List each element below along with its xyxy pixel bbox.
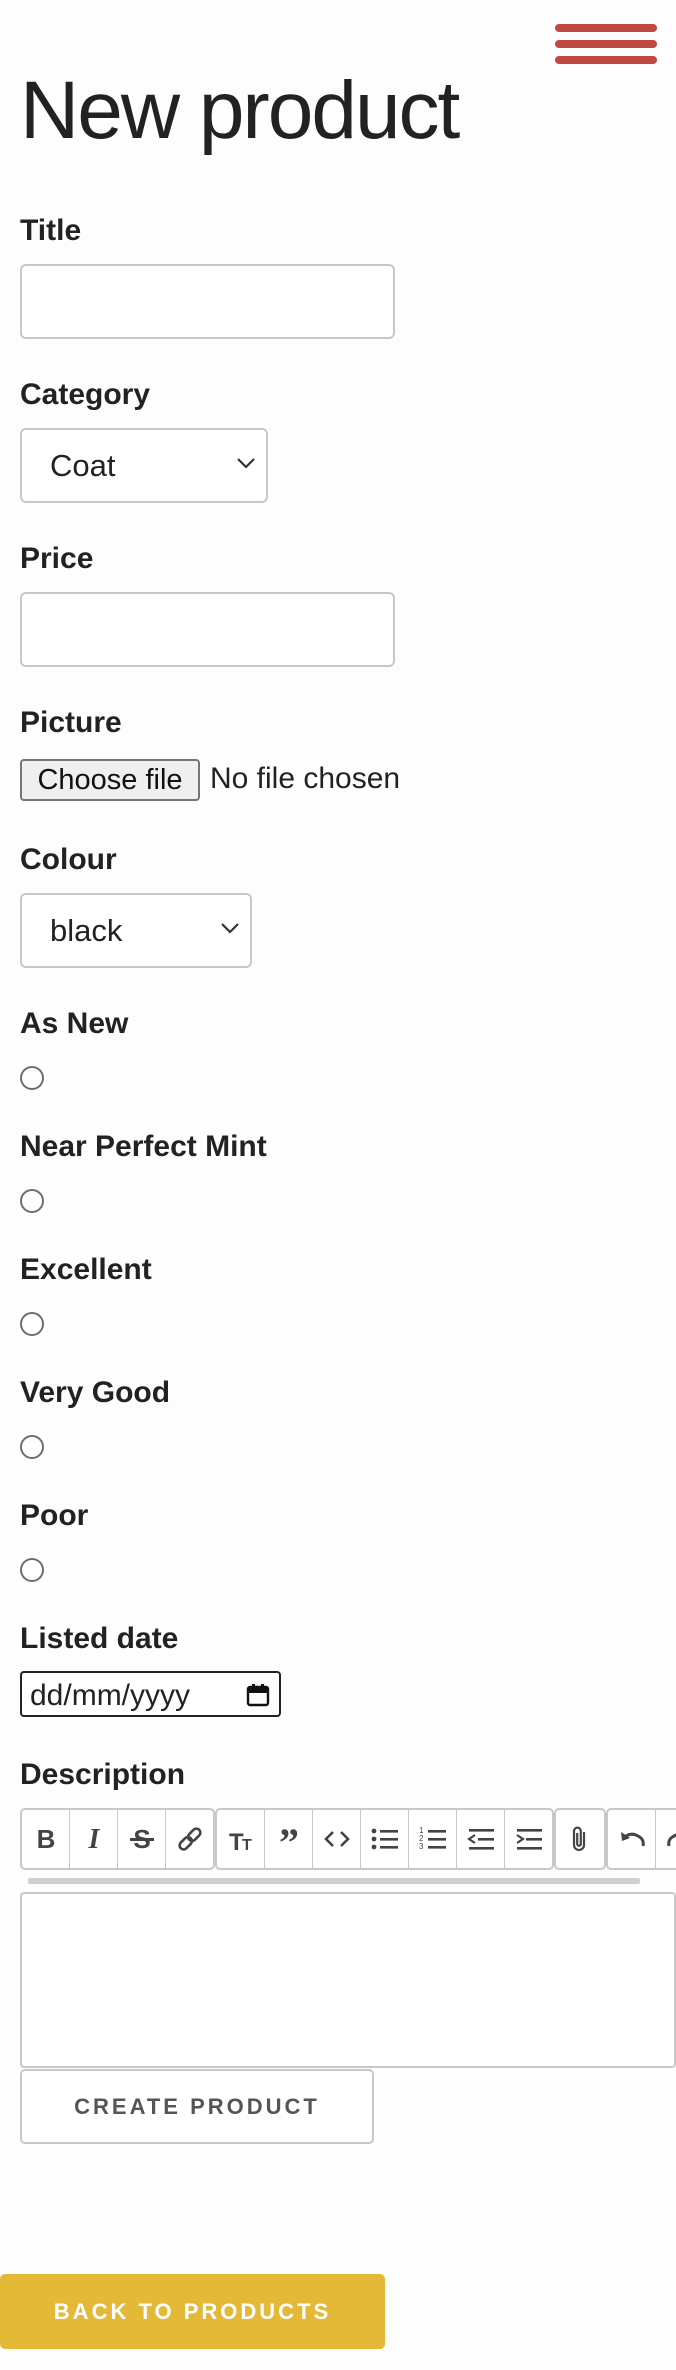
title-label: Title (20, 214, 82, 247)
choose-file-button[interactable]: Choose file (20, 759, 200, 801)
bold-button[interactable]: B (22, 1810, 70, 1868)
numbered-list-button[interactable]: 123 (409, 1810, 457, 1868)
condition-label-very-good: Very Good (20, 1376, 171, 1409)
numbered-list-icon: 123 (419, 1826, 446, 1851)
toolbar-divider (28, 1878, 640, 1884)
history-group (606, 1808, 676, 1870)
description-editor[interactable] (20, 1892, 676, 2068)
quote-button[interactable]: ” (265, 1810, 313, 1868)
bullet-list-button[interactable] (361, 1810, 409, 1868)
chevron-down-icon (221, 923, 239, 934)
listed-date-label: Listed date (20, 1622, 179, 1655)
colour-label: Colour (20, 843, 117, 876)
link-icon (178, 1827, 202, 1851)
indent-icon (516, 1829, 542, 1850)
calendar-icon[interactable] (245, 1682, 271, 1708)
italic-icon: I (88, 1824, 101, 1854)
category-selected-value: Coat (50, 448, 116, 483)
outdent-icon (467, 1829, 494, 1850)
colour-select[interactable]: black (20, 893, 252, 968)
colour-selected-value: black (50, 913, 123, 948)
condition-label-near-perfect-mint: Near Perfect Mint (20, 1130, 267, 1163)
radio-poor[interactable] (20, 1558, 44, 1582)
heading-button[interactable]: TT (217, 1810, 265, 1868)
text-format-group: B I S (20, 1808, 215, 1870)
outdent-button[interactable] (457, 1810, 505, 1868)
condition-label-excellent: Excellent (20, 1253, 152, 1286)
italic-button[interactable]: I (70, 1810, 118, 1868)
undo-icon (621, 1832, 645, 1847)
back-to-products-button[interactable]: BACK TO PRODUCTS (0, 2274, 385, 2349)
attach-icon (572, 1826, 586, 1852)
file-status: No file chosen (210, 762, 401, 795)
chevron-down-icon (237, 458, 255, 469)
radio-very-good[interactable] (20, 1435, 44, 1459)
link-button[interactable] (166, 1810, 213, 1868)
redo-button[interactable] (656, 1810, 676, 1868)
strikethrough-button[interactable]: S (118, 1810, 166, 1868)
svg-text:B: B (37, 1824, 56, 1854)
create-product-button[interactable]: CREATE PRODUCT (20, 2069, 374, 2144)
category-select[interactable]: Coat (20, 428, 268, 503)
condition-label-as-new: As New (20, 1007, 129, 1040)
attach-button[interactable] (556, 1810, 604, 1868)
svg-text:I: I (88, 1824, 101, 1854)
bullet-list-icon (371, 1828, 398, 1850)
condition-label-poor: Poor (20, 1499, 89, 1532)
price-label: Price (20, 542, 94, 575)
svg-text:T: T (242, 1837, 252, 1854)
strikethrough-icon: S (130, 1824, 154, 1854)
code-icon (324, 1831, 350, 1847)
picture-label: Picture (20, 706, 122, 739)
radio-as-new[interactable] (20, 1066, 44, 1090)
listed-date-input[interactable]: dd/mm/yyyy (20, 1671, 281, 1717)
hamburger-line (555, 24, 657, 32)
category-label: Category (20, 378, 151, 411)
hamburger-menu-icon[interactable] (555, 24, 657, 66)
code-button[interactable] (313, 1810, 361, 1868)
price-input[interactable] (20, 592, 395, 667)
file-tools-group (554, 1808, 606, 1870)
svg-text:”: ” (279, 1824, 299, 1854)
heading-icon: TT (229, 1829, 252, 1854)
rich-text-toolbar: B I S TT ” 123 (20, 1808, 676, 1872)
page-title: New product (20, 65, 460, 156)
title-input[interactable] (20, 264, 395, 339)
description-label: Description (20, 1758, 186, 1791)
block-format-group: TT ” 123 (215, 1808, 554, 1870)
svg-text:3: 3 (419, 1842, 424, 1851)
bold-icon: B (37, 1824, 56, 1854)
radio-near-perfect-mint[interactable] (20, 1189, 44, 1213)
hamburger-line (555, 40, 657, 48)
quote-icon: ” (279, 1824, 299, 1854)
date-placeholder: dd/mm/yyyy (30, 1679, 191, 1712)
undo-button[interactable] (608, 1810, 656, 1868)
radio-excellent[interactable] (20, 1312, 44, 1336)
hamburger-line (555, 56, 657, 64)
indent-button[interactable] (505, 1810, 552, 1868)
redo-icon (667, 1833, 676, 1847)
